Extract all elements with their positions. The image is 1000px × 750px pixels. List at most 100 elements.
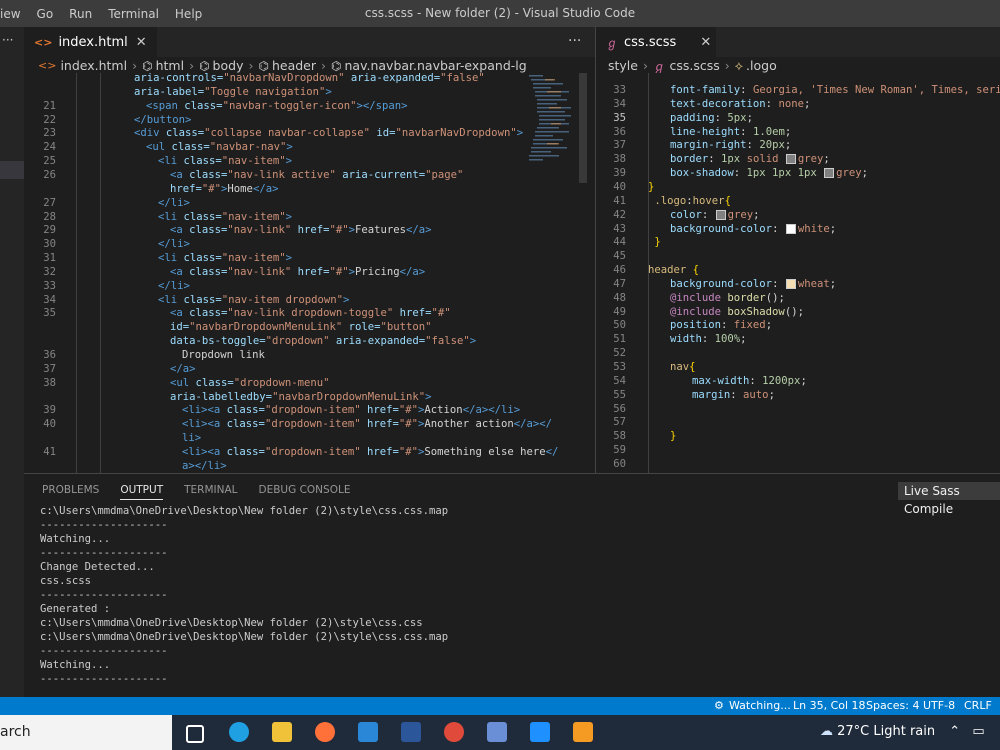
code-line[interactable]: 25 <li class="nav-item">: [24, 154, 524, 168]
code-line[interactable]: 54 max-width: 1200px;: [596, 374, 1000, 388]
tab-terminal[interactable]: TERMINAL: [184, 484, 237, 500]
breadcrumb-item[interactable]: css.scss: [670, 58, 720, 73]
code-line[interactable]: 44 }: [596, 235, 1000, 249]
code-line[interactable]: 39 box-shadow: 1px 1px 1px grey;: [596, 166, 1000, 180]
file-explorer-icon[interactable]: [272, 722, 292, 742]
app-orange-icon[interactable]: [573, 722, 593, 742]
color-swatch-icon[interactable]: [785, 154, 796, 165]
code-line[interactable]: 34 text-decoration: none;: [596, 97, 1000, 111]
breadcrumb-item[interactable]: body: [213, 58, 244, 73]
code-line[interactable]: 36 line-height: 1.0em;: [596, 125, 1000, 139]
minimap[interactable]: [527, 73, 577, 183]
code-line[interactable]: a></li>: [24, 459, 524, 473]
code-line[interactable]: aria-labelledby="navbarDropdownMenuLink"…: [24, 390, 524, 404]
weather-widget[interactable]: ☁ 27°C Light rain ⌃ ▭: [820, 724, 985, 739]
code-line[interactable]: 59: [596, 443, 1000, 457]
code-line[interactable]: 46 header {: [596, 263, 1000, 277]
code-line[interactable]: 26 <a class="nav-link active" aria-curren…: [24, 168, 524, 182]
word-icon[interactable]: [401, 722, 421, 742]
code-line[interactable]: 37 margin-right: 20px;: [596, 138, 1000, 152]
network-icon[interactable]: ▭: [972, 724, 984, 739]
color-swatch-icon[interactable]: [824, 168, 835, 179]
more-actions-icon[interactable]: ···: [568, 33, 581, 49]
mail-icon[interactable]: [358, 722, 378, 742]
code-line[interactable]: 31 <li class="nav-item">: [24, 251, 524, 265]
color-swatch-icon[interactable]: [785, 278, 796, 289]
tab-problems[interactable]: PROBLEMS: [42, 484, 99, 500]
breadcrumb-item[interactable]: nav.navbar.navbar-expand-lg: [344, 58, 526, 73]
breadcrumb-item[interactable]: header: [272, 58, 316, 73]
edge-icon[interactable]: [229, 722, 249, 742]
code-line[interactable]: 56: [596, 402, 1000, 416]
status-encoding[interactable]: UTF-8: [923, 699, 955, 712]
code-line[interactable]: 22 </button>: [24, 113, 524, 127]
close-icon[interactable]: ✕: [136, 35, 147, 50]
code-line[interactable]: 38 <ul class="dropdown-menu": [24, 376, 524, 390]
code-line[interactable]: 52: [596, 346, 1000, 360]
task-view-icon[interactable]: [186, 725, 204, 743]
breadcrumb-item[interactable]: style: [608, 58, 638, 73]
chevron-up-icon[interactable]: ⌃: [949, 724, 960, 739]
code-line[interactable]: 40 <li><a class="dropdown-item" href="#">…: [24, 417, 552, 431]
code-line[interactable]: 27 </li>: [24, 196, 524, 210]
code-line[interactable]: 37 </a>: [24, 362, 524, 376]
code-line[interactable]: 38 border: 1px solid grey;: [596, 152, 1000, 166]
code-line[interactable]: id="navbarDropdownMenuLink" role="button…: [24, 320, 524, 334]
code-line[interactable]: 39 <li><a class="dropdown-item" href="#">…: [24, 403, 524, 417]
tab-index-html[interactable]: <> index.html ✕: [24, 27, 157, 57]
status-watching[interactable]: Watching...: [729, 699, 791, 712]
code-line[interactable]: li>: [24, 431, 524, 445]
scrollbar-thumb[interactable]: [579, 73, 587, 183]
code-line[interactable]: 41 .logo:hover{: [596, 194, 1000, 208]
code-line[interactable]: 58}: [596, 429, 1000, 443]
code-line[interactable]: 45: [596, 249, 1000, 263]
status-eol[interactable]: CRLF: [964, 699, 992, 712]
chrome-icon[interactable]: [444, 722, 464, 742]
firefox-icon[interactable]: [315, 722, 335, 742]
breadcrumb-item[interactable]: .logo: [746, 58, 777, 73]
code-line[interactable]: 32 <a class="nav-link" href="#">Pricing</…: [24, 265, 524, 279]
code-line[interactable]: 30 </li>: [24, 237, 524, 251]
code-line[interactable]: aria-controls="navbarNavDropdown" aria-e…: [24, 73, 524, 85]
code-line[interactable]: href="#">Home</a>: [24, 182, 524, 196]
close-icon[interactable]: ✕: [700, 35, 711, 50]
code-line[interactable]: 51 width: 100%;: [596, 332, 1000, 346]
code-line[interactable]: 24 <ul class="navbar-nav">: [24, 140, 524, 154]
status-indentation[interactable]: Spaces: 4: [866, 699, 919, 712]
code-line[interactable]: 42 color: grey;: [596, 208, 1000, 222]
code-line[interactable]: 29 <a class="nav-link" href="#">Features<…: [24, 223, 524, 237]
code-line[interactable]: 49 @include boxShadow();: [596, 305, 1000, 319]
left-editor-scrollbar[interactable]: [577, 73, 587, 473]
output-channel-select[interactable]: Live Sass Compile: [898, 482, 1000, 516]
breadcrumb-item[interactable]: html: [156, 58, 184, 73]
color-swatch-icon[interactable]: [715, 209, 726, 220]
code-line[interactable]: 28 <li class="nav-item">: [24, 210, 524, 224]
code-line[interactable]: 48 @include border();: [596, 291, 1000, 305]
code-line[interactable]: 36 Dropdown link: [24, 348, 524, 362]
code-line[interactable]: 43 background-color: white;: [596, 222, 1000, 236]
code-line[interactable]: 50 position: fixed;: [596, 318, 1000, 332]
scss-code-editor[interactable]: 33 font-family: Georgia, 'Times New Roman…: [596, 73, 1000, 473]
tab-debug-console[interactable]: DEBUG CONSOLE: [259, 484, 351, 500]
app-blue-icon[interactable]: [487, 722, 507, 742]
code-line[interactable]: 55 margin: auto;: [596, 388, 1000, 402]
code-line[interactable]: 57: [596, 415, 1000, 429]
more-icon[interactable]: ···: [2, 33, 13, 47]
explorer-selection[interactable]: [0, 161, 24, 179]
code-line[interactable]: 47 background-color: wheat;: [596, 277, 1000, 291]
code-line[interactable]: 60: [596, 457, 1000, 471]
code-line[interactable]: 41 <li><a class="dropdown-item" href="#">…: [24, 445, 558, 459]
code-line[interactable]: 34 <li class="nav-item dropdown">: [24, 293, 524, 307]
tab-output[interactable]: OUTPUT: [120, 484, 164, 500]
code-line[interactable]: 35 <a class="nav-link dropdown-toggle" hr…: [24, 306, 524, 320]
code-line[interactable]: 40}: [596, 180, 1000, 194]
status-cursor-position[interactable]: Ln 35, Col 18: [793, 699, 866, 712]
vscode-icon[interactable]: [530, 722, 550, 742]
color-swatch-icon[interactable]: [785, 223, 796, 234]
code-line[interactable]: 35 padding: 5px;: [596, 111, 1000, 125]
tab-css-scss[interactable]: ℊ css.scss ✕: [596, 27, 716, 57]
code-line[interactable]: 23 <div class="collapse navbar-collapse" …: [24, 126, 524, 140]
code-line[interactable]: data-bs-toggle="dropdown" aria-expanded=…: [24, 334, 524, 348]
code-line[interactable]: 33 font-family: Georgia, 'Times New Roman…: [596, 83, 1000, 97]
code-line[interactable]: aria-label="Toggle navigation">: [24, 85, 524, 99]
